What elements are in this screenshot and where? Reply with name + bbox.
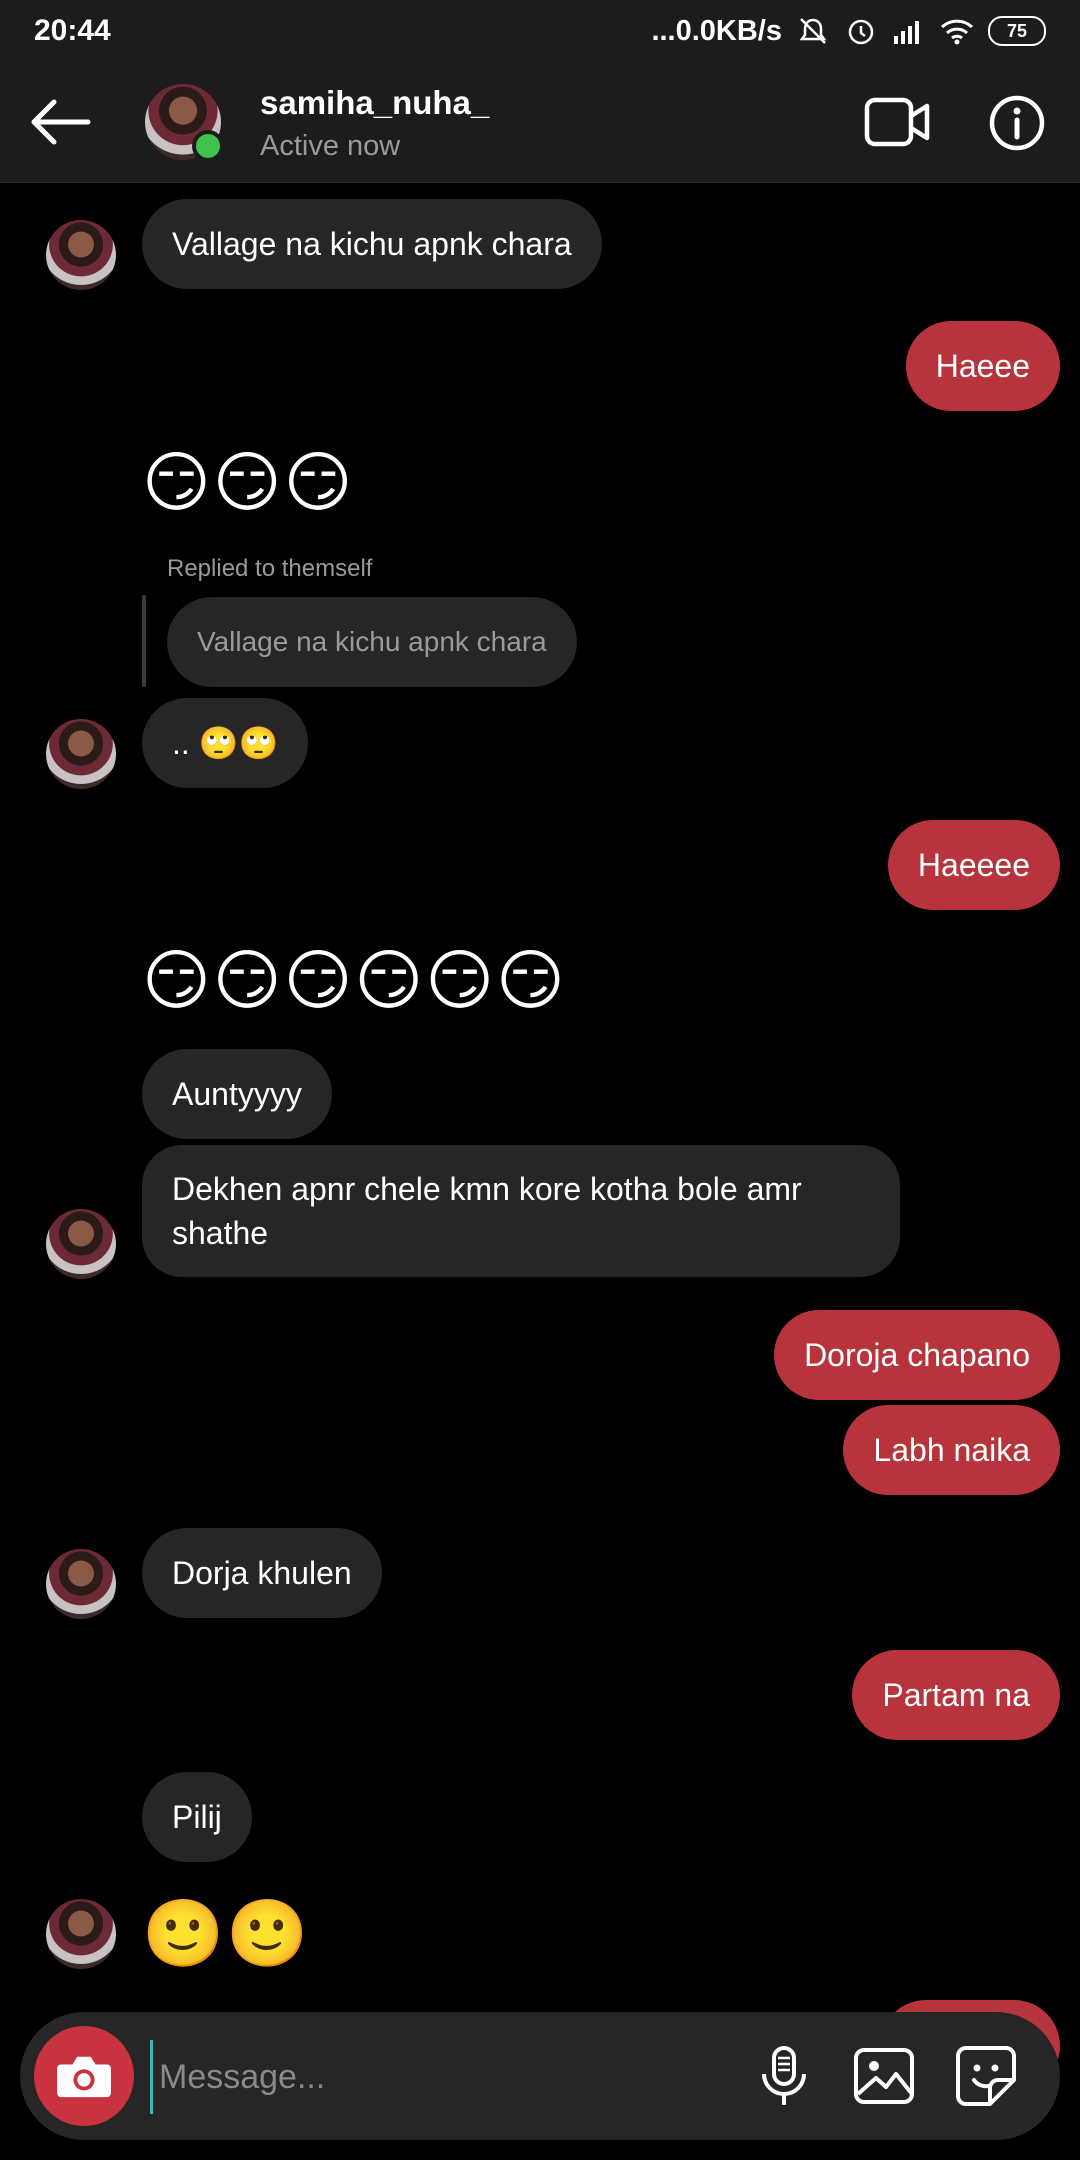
signal-icon xyxy=(894,21,919,44)
chat-username[interactable]: samiha_nuha_ xyxy=(260,84,489,122)
message-input[interactable] xyxy=(150,2040,721,2114)
camera-icon xyxy=(57,2056,111,2098)
incoming-message[interactable]: Vallage na kichu apnk chara xyxy=(142,199,602,289)
sender-avatar[interactable] xyxy=(46,1549,116,1619)
emoji-message[interactable]: 😏😏😏😏😏😏 xyxy=(142,940,567,1020)
message-line: shathe xyxy=(172,1215,269,1251)
outgoing-message[interactable]: Doroja chapano xyxy=(774,1310,1060,1400)
incoming-message[interactable]: Auntyyyy xyxy=(142,1049,332,1139)
outgoing-message[interactable]: Haeeee xyxy=(887,820,1060,910)
replied-message-quote[interactable]: Vallage na kichu apnk chara xyxy=(167,597,577,687)
incoming-message-multiline[interactable]: Dekhen apnr chele kmn kore kotha bole am… xyxy=(142,1145,900,1277)
chat-header: samiha_nuha_ Active now xyxy=(0,62,1080,183)
video-call-icon[interactable] xyxy=(864,94,930,150)
message-composer xyxy=(20,2012,1060,2140)
gallery-icon[interactable] xyxy=(850,2042,918,2110)
outgoing-message[interactable]: Labh naika xyxy=(843,1405,1060,1495)
info-icon[interactable] xyxy=(988,94,1046,152)
message-line: Dekhen apnr chele kmn kore kotha bole am… xyxy=(172,1171,802,1207)
online-indicator xyxy=(192,130,224,162)
status-indicators: ...0.0KB/s 75 xyxy=(651,15,1046,48)
battery-indicator: 75 xyxy=(988,16,1046,46)
sticker-icon[interactable] xyxy=(952,2042,1020,2110)
status-time: 20:44 xyxy=(34,14,111,47)
wifi-icon xyxy=(940,19,974,45)
back-arrow-icon[interactable] xyxy=(22,92,102,152)
sender-avatar[interactable] xyxy=(46,719,116,789)
microphone-icon[interactable] xyxy=(750,2042,818,2110)
emoji-message[interactable]: 😏😏😏 xyxy=(142,442,354,522)
sender-avatar[interactable] xyxy=(46,1899,116,1969)
status-bar: 20:44 ...0.0KB/s 75 xyxy=(0,0,1080,62)
outgoing-message[interactable]: Partam na xyxy=(852,1650,1060,1740)
mute-icon xyxy=(799,18,827,44)
camera-button[interactable] xyxy=(34,2026,134,2126)
reply-label: Replied to themself xyxy=(167,555,373,582)
sender-avatar[interactable] xyxy=(46,220,116,290)
outgoing-message[interactable]: Haeee xyxy=(905,321,1060,411)
incoming-message[interactable]: .. 🙄🙄 xyxy=(142,698,309,788)
emoji-message[interactable]: 🙂🙂 xyxy=(142,1893,310,1973)
sender-avatar[interactable] xyxy=(46,1209,116,1279)
active-status: Active now xyxy=(260,130,401,162)
reply-indicator-bar xyxy=(142,595,146,687)
incoming-message[interactable]: Dorja khulen xyxy=(142,1528,382,1618)
network-speed: ...0.0KB/s xyxy=(651,14,782,47)
alarm-icon xyxy=(848,19,874,45)
incoming-message[interactable]: Pilij xyxy=(142,1772,252,1862)
